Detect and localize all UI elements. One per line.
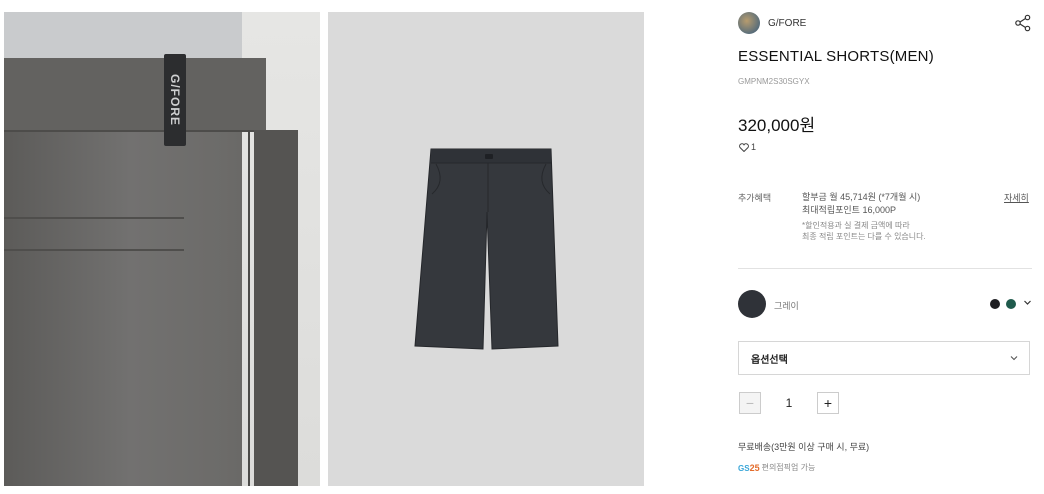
product-image-front[interactable] (328, 12, 644, 486)
benefit-detail-link[interactable]: 자세히 (1004, 191, 1029, 204)
benefit-note-line2: 최종 적립 포인트는 다를 수 있습니다. (802, 232, 926, 241)
option-select-label: 옵션선택 (751, 354, 788, 366)
quantity-value[interactable]: 1 (761, 396, 817, 410)
product-price: 320,000원 (738, 116, 816, 135)
selected-color-swatch[interactable] (738, 290, 766, 318)
benefit-note-line1: *할인적용과 실 결제 금액에 따라 (802, 221, 910, 230)
quantity-increase-button[interactable]: + (817, 392, 839, 414)
color-option-green[interactable] (1006, 299, 1016, 309)
product-image-detail[interactable]: G/FORE (4, 12, 320, 486)
benefit-info: 할부금 월 45,714원 (*7개월 시) 최대적립포인트 16,000P *… (802, 191, 926, 242)
brand-tab-logo: G/FORE (164, 54, 186, 146)
benefit-label: 추가혜택 (738, 193, 772, 203)
side-pocket (254, 130, 298, 486)
benefit-note: *할인적용과 실 결제 금액에 따라 최종 적립 포인트는 다를 수 있습니다. (802, 220, 926, 242)
color-selector[interactable]: 그레이 (738, 290, 1032, 318)
back-pocket (4, 217, 184, 251)
store-pickup-info: GS25 편의점픽업 가능 (738, 462, 815, 473)
shipping-info: 무료배송(3만원 이상 구매 시, 무료) (738, 442, 870, 452)
chevron-down-icon[interactable] (1023, 298, 1032, 307)
divider (738, 268, 1032, 269)
quantity-decrease-button[interactable]: − (739, 392, 761, 414)
brand-row: G/FORE (738, 12, 1032, 34)
pickup-text: 편의점픽업 가능 (761, 463, 816, 472)
heart-icon (739, 142, 749, 152)
points-text: 최대적립포인트 16,000P (802, 205, 896, 215)
product-title: ESSENTIAL SHORTS(MEN) (738, 48, 934, 65)
brand-name[interactable]: G/FORE (768, 18, 806, 29)
installment-text: 할부금 월 45,714원 (*7개월 시) (802, 192, 921, 202)
quantity-stepper: − 1 + (739, 391, 839, 415)
selected-color-name: 그레이 (774, 301, 799, 311)
option-select-dropdown[interactable]: 옵션선택 (738, 341, 1030, 375)
share-icon[interactable] (1014, 14, 1032, 32)
like-button[interactable]: 1 (739, 142, 756, 152)
color-option-black[interactable] (990, 299, 1000, 309)
shirt-area (4, 12, 246, 60)
waistband (4, 58, 266, 132)
product-code: GMPNM2S30SGYX (738, 77, 810, 86)
chevron-down-icon (1010, 356, 1018, 361)
like-count: 1 (751, 142, 757, 152)
side-seam (248, 130, 250, 486)
brand-logo[interactable] (738, 12, 760, 34)
shorts-illustration (414, 148, 559, 350)
gs25-logo: GS25 (738, 462, 760, 473)
